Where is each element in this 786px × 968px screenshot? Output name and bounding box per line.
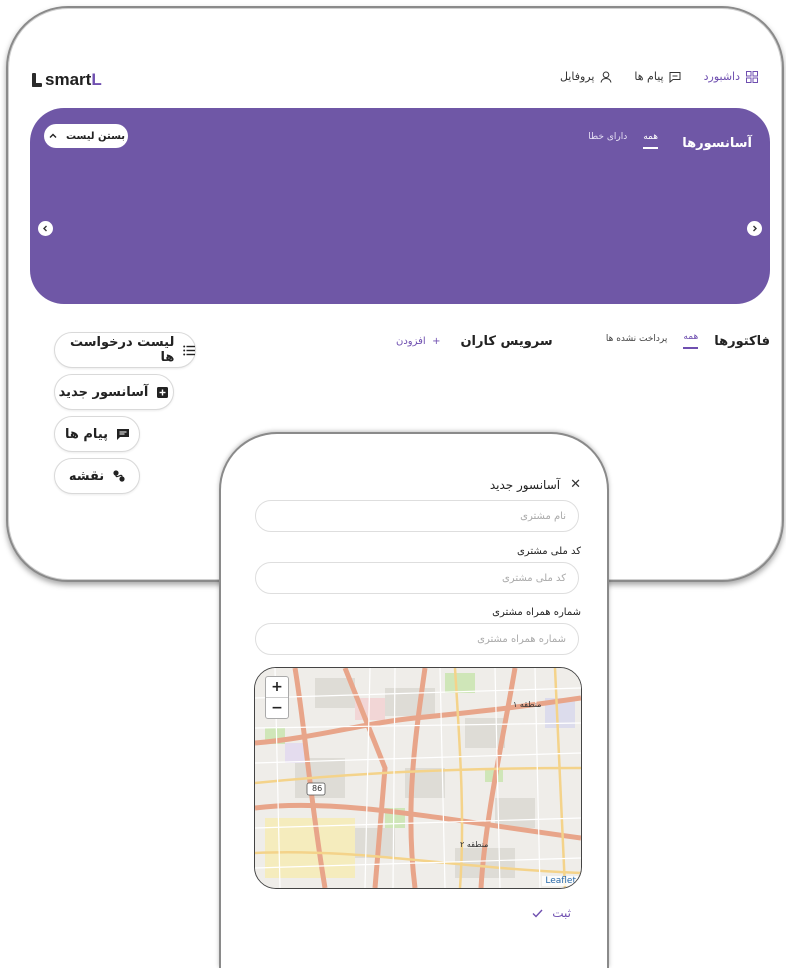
invoices-title: فاکتورها (714, 334, 770, 349)
nav-profile[interactable]: پروفایل (560, 70, 612, 83)
elevators-tabs: همه دارای خطا (588, 132, 658, 149)
zoom-out-button[interactable]: − (266, 698, 288, 718)
nav-messages[interactable]: پیام ها (634, 70, 681, 83)
elevators-title: آسانسورها (682, 136, 752, 151)
logo[interactable]: smartL (32, 70, 102, 90)
map-zoom-control: + − (265, 676, 289, 719)
new-elevator-button[interactable]: آسانسور جدید (54, 374, 174, 410)
logo-mark-icon (32, 73, 42, 87)
customer-name-placeholder: نام مشتری (520, 510, 566, 522)
add-box-icon (156, 386, 169, 399)
map-button[interactable]: نقشه (54, 458, 140, 494)
check-icon (531, 907, 544, 920)
tab-faulty-elevators[interactable]: دارای خطا (588, 132, 627, 149)
logo-text: smart (45, 70, 92, 89)
national-code-placeholder: کد ملی مشتری (501, 572, 566, 584)
new-elevator-label: آسانسور جدید (58, 384, 149, 400)
logo-accent: L (91, 70, 102, 89)
service-title: سرویس کاران (460, 334, 553, 349)
nav-profile-label: پروفایل (559, 70, 595, 83)
add-service-link[interactable]: + افزودن (396, 336, 440, 347)
collapse-label: بستن لیست (65, 130, 126, 142)
map-label: نقشه (68, 468, 105, 484)
top-navigation: داشبورد پیام ها پروفایل (560, 70, 758, 83)
submit-button[interactable]: ثبت (531, 906, 571, 920)
carousel-prev-button[interactable] (38, 221, 53, 236)
chevron-up-icon (47, 130, 60, 143)
carousel-next-button[interactable] (747, 221, 762, 236)
map-region-1: منطقه ۱ (513, 700, 542, 709)
tab-unpaid-invoices[interactable]: پرداخت نشده ها (606, 334, 668, 349)
phone-input[interactable]: شماره همراه مشتری (255, 623, 579, 655)
invoices-header: فاکتورها همه پرداخت نشده ها (606, 332, 770, 349)
nav-dashboard[interactable]: داشبورد (704, 70, 758, 83)
add-label: افزودن (396, 336, 426, 347)
tab-all-invoices[interactable]: همه (683, 332, 699, 349)
close-icon[interactable]: ✕ (570, 477, 581, 492)
national-code-input[interactable]: کد ملی مشتری (255, 562, 579, 594)
new-elevator-form-screen: ✕ آسانسور جدید نام مشتری کد ملی مشتری کد… (219, 432, 609, 968)
nav-messages-label: پیام ها (634, 70, 664, 83)
request-list-label: لیست درخواست ها (69, 335, 175, 365)
chevron-right-icon (753, 225, 757, 232)
map-region-2: منطقه ۲ (460, 840, 489, 849)
location-map[interactable]: 86 منطقه ۱ منطقه ۲ + − Leaflet (254, 667, 582, 889)
user-icon (599, 70, 612, 83)
service-header: سرویس کاران + افزودن (396, 334, 553, 349)
chat-icon (116, 428, 129, 441)
nav-dashboard-label: داشبورد (703, 70, 740, 83)
national-code-label: کد ملی مشتری (516, 546, 581, 557)
grid-icon (745, 70, 758, 83)
plus-icon: + (432, 336, 441, 347)
zoom-in-button[interactable]: + (266, 677, 288, 698)
submit-label: ثبت (552, 906, 571, 920)
road-shield: 86 (312, 784, 323, 793)
route-icon (112, 470, 125, 483)
phone-placeholder: شماره همراه مشتری (477, 633, 566, 645)
map-attribution[interactable]: Leaflet (542, 876, 579, 886)
list-icon (182, 344, 195, 357)
collapse-list-button[interactable]: بستن لیست (44, 124, 128, 148)
form-title: آسانسور جدید (489, 477, 561, 492)
messages-label: پیام ها (64, 426, 109, 442)
message-icon (669, 70, 682, 83)
messages-button[interactable]: پیام ها (54, 416, 140, 452)
phone-label: شماره همراه مشتری (492, 607, 581, 618)
form-header: ✕ آسانسور جدید (490, 477, 581, 492)
customer-name-input[interactable]: نام مشتری (255, 500, 579, 532)
chevron-left-icon (43, 225, 47, 232)
tab-all-elevators[interactable]: همه (643, 132, 658, 149)
elevators-panel: آسانسورها همه دارای خطا بستن لیست (30, 108, 770, 304)
request-list-button[interactable]: لیست درخواست ها (54, 332, 196, 368)
